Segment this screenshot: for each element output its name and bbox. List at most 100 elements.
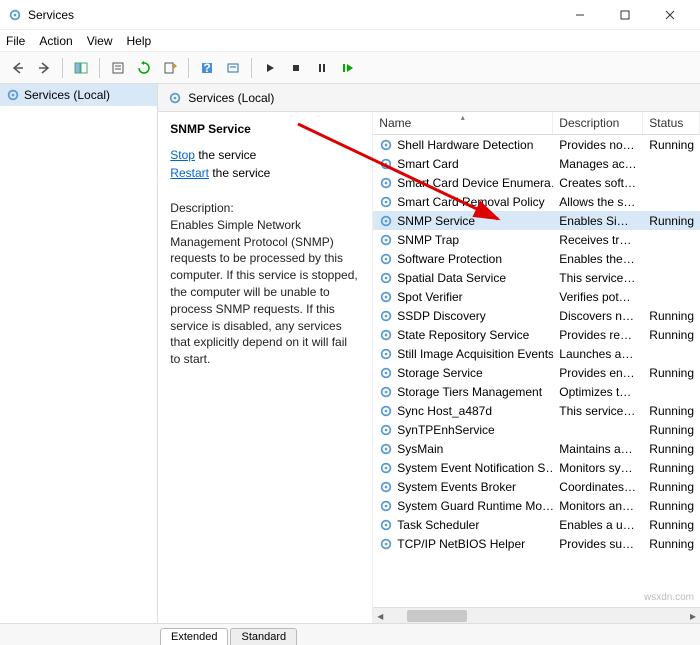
- service-row[interactable]: Smart Card Device Enumera…Creates soft…: [373, 173, 700, 192]
- column-name[interactable]: ▴Name: [373, 112, 553, 134]
- details-header-label: Services (Local): [188, 91, 274, 105]
- service-row[interactable]: Storage Tiers ManagementOptimizes t…: [373, 382, 700, 401]
- service-row[interactable]: TCP/IP NetBIOS HelperProvides su…Running: [373, 534, 700, 553]
- service-icon: [379, 461, 393, 475]
- service-icon: [379, 138, 393, 152]
- restart-suffix: the service: [209, 166, 270, 180]
- close-button[interactable]: [647, 0, 692, 30]
- service-icon: [379, 328, 393, 342]
- service-row[interactable]: SNMP Trap Receives tra…: [373, 230, 700, 249]
- help-button[interactable]: ?: [195, 56, 219, 80]
- toolbar-separator: [62, 58, 63, 78]
- service-icon: [379, 499, 393, 513]
- tab-extended[interactable]: Extended: [160, 628, 228, 645]
- service-name: Smart Card: [397, 157, 458, 171]
- service-status: Running: [643, 366, 700, 380]
- service-icon: [379, 423, 393, 437]
- show-hide-tree-button[interactable]: [69, 56, 93, 80]
- service-desc: Manages ac…: [553, 157, 643, 171]
- service-list[interactable]: Shell Hardware DetectionProvides no…Runn…: [373, 135, 700, 607]
- tree-root-label: Services (Local): [24, 88, 110, 102]
- service-icon: [379, 233, 393, 247]
- service-icon: [379, 366, 393, 380]
- service-desc: Monitors an…: [553, 499, 643, 513]
- scroll-right-icon[interactable]: ▸: [686, 609, 700, 623]
- service-status: Running: [643, 404, 700, 418]
- service-row[interactable]: Sync Host_a487dThis service …Running: [373, 401, 700, 420]
- tab-standard[interactable]: Standard: [230, 628, 297, 645]
- service-name: Storage Service: [397, 366, 482, 380]
- menu-help[interactable]: Help: [127, 34, 152, 48]
- service-row[interactable]: State Repository ServiceProvides re…Runn…: [373, 325, 700, 344]
- menu-file[interactable]: File: [6, 34, 25, 48]
- service-desc: Provides su…: [553, 537, 643, 551]
- stop-link[interactable]: Stop: [170, 148, 195, 162]
- service-desc: Monitors sy…: [553, 461, 643, 475]
- service-icon: [379, 252, 393, 266]
- service-status: Running: [643, 328, 700, 342]
- manage-button[interactable]: [221, 56, 245, 80]
- service-row[interactable]: Storage Service Provides en…Running: [373, 363, 700, 382]
- restart-link[interactable]: Restart: [170, 166, 209, 180]
- column-status[interactable]: Status: [643, 112, 700, 134]
- column-description[interactable]: Description: [553, 112, 643, 134]
- minimize-button[interactable]: [557, 0, 602, 30]
- service-row[interactable]: Shell Hardware DetectionProvides no…Runn…: [373, 135, 700, 154]
- main-body: Services (Local) Services (Local) SNMP S…: [0, 84, 700, 623]
- desc-body: Enables Simple Network Management Protoc…: [170, 217, 360, 368]
- service-desc: Provides en…: [553, 366, 643, 380]
- scrollbar-thumb[interactable]: [407, 610, 467, 622]
- service-icon: [379, 271, 393, 285]
- scroll-left-icon[interactable]: ◂: [373, 609, 387, 623]
- back-button[interactable]: [6, 56, 30, 80]
- title-bar: Services: [0, 0, 700, 30]
- start-button[interactable]: [258, 56, 282, 80]
- service-desc: Receives tra…: [553, 233, 643, 247]
- service-row[interactable]: SSDP DiscoveryDiscovers n…Running: [373, 306, 700, 325]
- service-name: System Events Broker: [397, 480, 516, 494]
- tree-root-node[interactable]: Services (Local): [0, 84, 157, 106]
- service-name: SynTPEnhService: [397, 423, 494, 437]
- service-row[interactable]: Software ProtectionEnables the …: [373, 249, 700, 268]
- pause-button[interactable]: [310, 56, 334, 80]
- service-icon: [379, 347, 393, 361]
- service-desc: Verifies pote…: [553, 290, 643, 304]
- horizontal-scrollbar[interactable]: ◂ ▸: [373, 607, 700, 623]
- menu-action[interactable]: Action: [39, 34, 72, 48]
- column-headers: ▴Name Description Status: [373, 112, 700, 135]
- tree-pane: Services (Local): [0, 84, 158, 623]
- service-desc: This service …: [553, 271, 643, 285]
- service-row[interactable]: Spot VerifierVerifies pote…: [373, 287, 700, 306]
- service-name: Storage Tiers Management: [397, 385, 542, 399]
- service-icon: [379, 385, 393, 399]
- service-row[interactable]: SynTPEnhService Running: [373, 420, 700, 439]
- maximize-button[interactable]: [602, 0, 647, 30]
- service-status: Running: [643, 423, 700, 437]
- service-row[interactable]: System Events BrokerCoordinates…Running: [373, 477, 700, 496]
- service-status: Running: [643, 499, 700, 513]
- export-button[interactable]: [158, 56, 182, 80]
- refresh-button[interactable]: [132, 56, 156, 80]
- service-row[interactable]: System Event Notification S…Monitors sy……: [373, 458, 700, 477]
- service-name: SNMP Trap: [397, 233, 459, 247]
- service-row[interactable]: Smart Card Manages ac…: [373, 154, 700, 173]
- restart-button[interactable]: [336, 56, 360, 80]
- service-name: SysMain: [397, 442, 443, 456]
- properties-button[interactable]: [106, 56, 130, 80]
- service-row[interactable]: System Guard Runtime Mo…Monitors an…Runn…: [373, 496, 700, 515]
- menu-view[interactable]: View: [87, 34, 113, 48]
- service-desc: Maintains a…: [553, 442, 643, 456]
- service-row[interactable]: SysMainMaintains a…Running: [373, 439, 700, 458]
- service-status: Running: [643, 138, 700, 152]
- service-row[interactable]: Smart Card Removal PolicyAllows the s…: [373, 192, 700, 211]
- service-desc: Enables the …: [553, 252, 643, 266]
- service-desc: Provides no…: [553, 138, 643, 152]
- service-name: SSDP Discovery: [397, 309, 485, 323]
- stop-button[interactable]: [284, 56, 308, 80]
- service-row[interactable]: Spatial Data ServiceThis service …: [373, 268, 700, 287]
- service-row[interactable]: Task SchedulerEnables a us…Running: [373, 515, 700, 534]
- service-row[interactable]: Still Image Acquisition EventsLaunches a…: [373, 344, 700, 363]
- forward-button[interactable]: [32, 56, 56, 80]
- service-row[interactable]: SNMP ServiceEnables Sim…Running: [373, 211, 700, 230]
- service-icon: [379, 309, 393, 323]
